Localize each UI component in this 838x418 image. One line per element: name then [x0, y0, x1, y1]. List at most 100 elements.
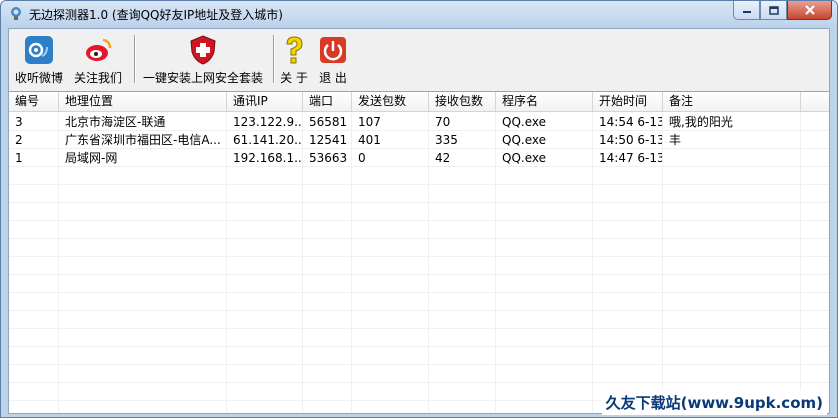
empty-cell — [227, 329, 303, 347]
cell-id: 2 — [9, 131, 59, 149]
empty-row — [9, 167, 829, 185]
empty-cell — [429, 383, 496, 401]
cell-start-time: 14:54 6-13 — [593, 113, 663, 131]
exit-button[interactable]: 退 出 — [315, 32, 351, 86]
follow-us-label: 关注我们 — [73, 71, 122, 85]
empty-cell — [303, 239, 352, 257]
close-icon — [804, 5, 815, 15]
empty-row — [9, 185, 829, 203]
empty-cell — [352, 203, 429, 221]
empty-cell — [352, 293, 429, 311]
empty-cell — [496, 365, 593, 383]
close-button[interactable] — [787, 1, 832, 20]
list-header: 编号 地理位置 通讯IP 端口 发送包数 接收包数 程序名 开始时间 备注 — [9, 92, 829, 112]
security-shield-icon — [190, 35, 216, 65]
cell-note — [663, 149, 801, 167]
empty-cell — [352, 365, 429, 383]
empty-cell — [227, 275, 303, 293]
empty-cell — [59, 311, 227, 329]
cell-location: 北京市海淀区-联通 — [59, 113, 227, 131]
empty-cell — [59, 257, 227, 275]
app-icon — [11, 7, 21, 20]
empty-cell — [593, 293, 663, 311]
empty-cell — [663, 293, 801, 311]
column-header-sent-packets[interactable]: 发送包数 — [352, 92, 429, 112]
empty-cell — [663, 185, 801, 203]
empty-row — [9, 203, 829, 221]
empty-cell — [496, 293, 593, 311]
maximize-button[interactable] — [760, 1, 787, 20]
empty-cell — [593, 239, 663, 257]
empty-cell — [303, 383, 352, 401]
empty-cell — [496, 203, 593, 221]
title-bar[interactable]: 无边探测器1.0 (查询QQ好友IP地址及登入城市) — [1, 1, 837, 27]
empty-cell — [227, 239, 303, 257]
cell-sent-packets: 107 — [352, 113, 429, 131]
follow-us-button[interactable]: 关注我们 — [71, 32, 125, 86]
empty-cell — [496, 383, 593, 401]
empty-cell — [303, 311, 352, 329]
empty-row — [9, 239, 829, 257]
empty-cell — [663, 221, 801, 239]
empty-cell — [352, 329, 429, 347]
cell-received-packets: 335 — [429, 131, 496, 149]
table-row[interactable]: 2 广东省深圳市福田区-电信A... 61.141.20... 12541 40… — [9, 131, 829, 149]
empty-cell — [303, 221, 352, 239]
empty-cell — [496, 221, 593, 239]
empty-cell — [663, 239, 801, 257]
column-header-location[interactable]: 地理位置 — [59, 92, 227, 112]
empty-cell — [496, 185, 593, 203]
empty-cell — [663, 347, 801, 365]
empty-cell — [496, 347, 593, 365]
watermark: 久友下载站(www.9upk.com) — [601, 390, 827, 415]
empty-cell — [352, 221, 429, 239]
table-row[interactable]: 1 局域网-网 192.168.1... 53663 0 42 QQ.exe 1… — [9, 149, 829, 167]
empty-cell — [352, 257, 429, 275]
empty-cell — [352, 311, 429, 329]
connection-list[interactable]: 编号 地理位置 通讯IP 端口 发送包数 接收包数 程序名 开始时间 备注 3 … — [9, 91, 829, 413]
empty-cell — [59, 293, 227, 311]
minimize-button[interactable] — [733, 1, 760, 20]
empty-cell — [593, 347, 663, 365]
column-header-note[interactable]: 备注 — [663, 92, 801, 112]
empty-cell — [429, 257, 496, 275]
install-security-suite-button[interactable]: 一键安装上网安全套装 — [139, 32, 267, 86]
empty-cell — [593, 275, 663, 293]
empty-cell — [59, 401, 227, 413]
empty-row — [9, 329, 829, 347]
empty-cell — [593, 203, 663, 221]
empty-cell — [663, 203, 801, 221]
empty-cell — [429, 221, 496, 239]
empty-cell — [59, 329, 227, 347]
column-header-id[interactable]: 编号 — [9, 92, 59, 112]
column-header-process[interactable]: 程序名 — [496, 92, 593, 112]
cell-received-packets: 70 — [429, 113, 496, 131]
empty-cell — [59, 221, 227, 239]
empty-cell — [429, 311, 496, 329]
empty-cell — [227, 383, 303, 401]
column-header-port[interactable]: 端口 — [303, 92, 352, 112]
minimize-icon — [742, 11, 751, 13]
column-header-ip[interactable]: 通讯IP — [227, 92, 303, 112]
follow-weibo-button[interactable]: 收听微博 — [13, 32, 65, 86]
empty-row — [9, 365, 829, 383]
empty-cell — [352, 167, 429, 185]
about-button[interactable]: 关 于 — [277, 32, 311, 86]
empty-cell — [9, 347, 59, 365]
empty-cell — [59, 203, 227, 221]
empty-cell — [663, 311, 801, 329]
column-header-start-time[interactable]: 开始时间 — [593, 92, 663, 112]
empty-row — [9, 311, 829, 329]
table-row[interactable]: 3 北京市海淀区-联通 123.122.9... 56581 107 70 QQ… — [9, 113, 829, 131]
empty-row — [9, 257, 829, 275]
empty-cell — [9, 275, 59, 293]
toolbar: 收听微博 关注我们 一键安装上网安全套装 关 于 退 出 — [9, 29, 829, 89]
empty-cell — [227, 257, 303, 275]
empty-cell — [429, 167, 496, 185]
empty-cell — [9, 365, 59, 383]
empty-cell — [429, 329, 496, 347]
empty-grid-rows — [9, 167, 829, 413]
empty-cell — [496, 257, 593, 275]
empty-cell — [227, 203, 303, 221]
column-header-received-packets[interactable]: 接收包数 — [429, 92, 496, 112]
